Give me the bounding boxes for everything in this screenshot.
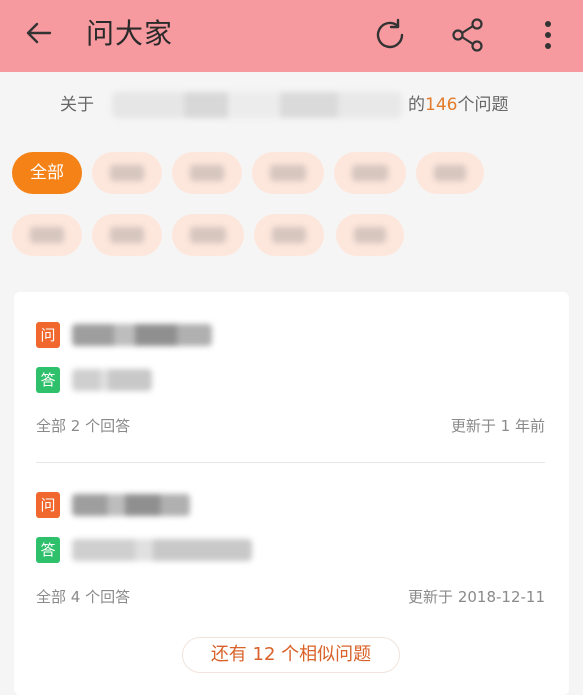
share-icon[interactable]: [449, 16, 487, 54]
question-count: 146: [425, 95, 458, 115]
answer-badge: 答: [36, 537, 60, 563]
filter-chip[interactable]: [12, 214, 82, 256]
question-summary: 关于 的146个问题: [0, 72, 583, 138]
answers-count: 全部 2 个回答: [36, 417, 131, 435]
filter-chip[interactable]: [92, 152, 162, 194]
answer-row: 答: [36, 367, 236, 393]
answer-row: 答: [36, 537, 276, 563]
filter-chip[interactable]: [416, 152, 484, 194]
chip-all[interactable]: 全部: [12, 152, 82, 194]
blurred-answer-text: [72, 539, 252, 561]
filter-chip[interactable]: [172, 152, 242, 194]
blurred-question-text: [72, 494, 190, 516]
answer-badge: 答: [36, 367, 60, 393]
filter-chips: 全部: [12, 152, 572, 262]
page-title: 问大家: [86, 17, 174, 50]
more-vertical-icon[interactable]: [530, 16, 566, 54]
refresh-icon[interactable]: [371, 16, 409, 54]
question-badge: 问: [36, 322, 60, 348]
answers-count: 全部 4 个回答: [36, 588, 131, 606]
question-row: 问: [36, 492, 236, 518]
question-row: 问: [36, 322, 236, 348]
filter-chip[interactable]: [336, 214, 404, 256]
top-app-bar: 问大家: [0, 0, 583, 72]
divider: [36, 462, 545, 463]
back-arrow-icon[interactable]: [22, 16, 56, 50]
blurred-answer-text: [72, 369, 152, 391]
filter-chip[interactable]: [92, 214, 162, 256]
filter-chip[interactable]: [334, 152, 406, 194]
filter-chip[interactable]: [172, 214, 244, 256]
filter-chip[interactable]: [254, 214, 324, 256]
summary-count-text: 的146个问题: [408, 95, 509, 115]
updated-time: 更新于 1 年前: [450, 417, 545, 435]
question-badge: 问: [36, 492, 60, 518]
blurred-question-text: [72, 324, 212, 346]
updated-time: 更新于 2018-12-11: [408, 588, 545, 606]
blurred-product-name: [112, 92, 402, 118]
more-similar-questions-button[interactable]: 还有 12 个相似问题: [182, 637, 400, 673]
filter-chip[interactable]: [252, 152, 324, 194]
questions-card: 问 答 全部 2 个回答 更新于 1 年前 问 答 全部 4 个回答 更新于 2…: [14, 292, 569, 695]
summary-prefix: 关于: [60, 95, 94, 115]
